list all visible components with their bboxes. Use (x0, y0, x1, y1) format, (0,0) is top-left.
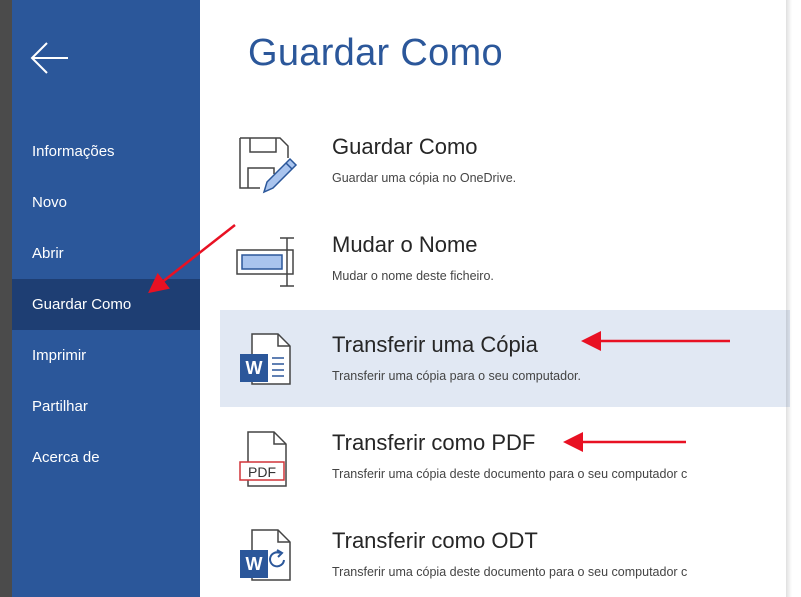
option-title: Mudar o Nome (332, 232, 478, 257)
option-title: Transferir como ODT (332, 528, 538, 553)
pdf-icon-label: PDF (248, 464, 276, 480)
option-save-as[interactable]: Guardar Como Guardar uma cópia no OneDri… (220, 112, 790, 209)
sidebar-nav: Informações Novo Abrir Guardar Como Impr… (12, 126, 200, 483)
back-button[interactable] (28, 38, 72, 78)
sidebar: Informações Novo Abrir Guardar Como Impr… (0, 0, 200, 597)
rename-icon (234, 228, 298, 292)
sidebar-item-informacoes[interactable]: Informações (12, 126, 200, 177)
sidebar-item-label: Guardar Como (32, 296, 132, 313)
option-title: Transferir uma Cópia (332, 332, 538, 357)
sidebar-item-label: Informações (32, 143, 115, 160)
sidebar-item-partilhar[interactable]: Partilhar (12, 381, 200, 432)
option-download-pdf[interactable]: PDF Transferir como PDF Transferir uma c… (220, 408, 790, 505)
page-title: Guardar Como (248, 32, 503, 74)
option-description: Transferir uma cópia para o seu computad… (332, 369, 581, 383)
sidebar-item-novo[interactable]: Novo (12, 177, 200, 228)
sidebar-item-label: Abrir (32, 245, 64, 262)
option-title: Guardar Como (332, 134, 478, 159)
option-description: Transferir uma cópia deste documento par… (332, 565, 688, 579)
save-as-icon (234, 130, 298, 194)
sidebar-item-label: Novo (32, 194, 68, 211)
sidebar-item-abrir[interactable]: Abrir (12, 228, 200, 279)
option-description: Guardar uma cópia no OneDrive. (332, 171, 517, 185)
pdf-document-icon: PDF (234, 426, 298, 490)
svg-text:W: W (246, 554, 263, 574)
sidebar-item-label: Partilhar (32, 398, 88, 415)
odt-document-icon: W (234, 524, 298, 588)
sidebar-item-label: Acerca de (32, 449, 100, 466)
sidebar-item-imprimir[interactable]: Imprimir (12, 330, 200, 381)
main-content: Guardar Como Guardar Como Guardar uma có… (200, 0, 790, 597)
word-document-icon: W (234, 328, 298, 392)
arrow-left-icon (30, 42, 68, 74)
option-download-odt[interactable]: W Transferir como ODT Transferir uma cóp… (220, 506, 790, 597)
option-title: Transferir como PDF (332, 430, 536, 455)
option-rename[interactable]: Mudar o Nome Mudar o nome deste ficheiro… (220, 210, 790, 307)
sidebar-item-guardar-como[interactable]: Guardar Como (12, 279, 200, 330)
backstage-view: Informações Novo Abrir Guardar Como Impr… (0, 0, 790, 597)
option-description: Mudar o nome deste ficheiro. (332, 269, 494, 283)
svg-text:W: W (246, 358, 263, 378)
option-description: Transferir uma cópia deste documento par… (332, 467, 688, 481)
option-download-copy[interactable]: W Transferir uma Cópia Transferir uma có… (220, 310, 790, 407)
sidebar-item-label: Imprimir (32, 347, 87, 364)
sidebar-item-acerca-de[interactable]: Acerca de (12, 432, 200, 483)
window-shadow (786, 0, 792, 597)
window-edge (0, 0, 12, 597)
